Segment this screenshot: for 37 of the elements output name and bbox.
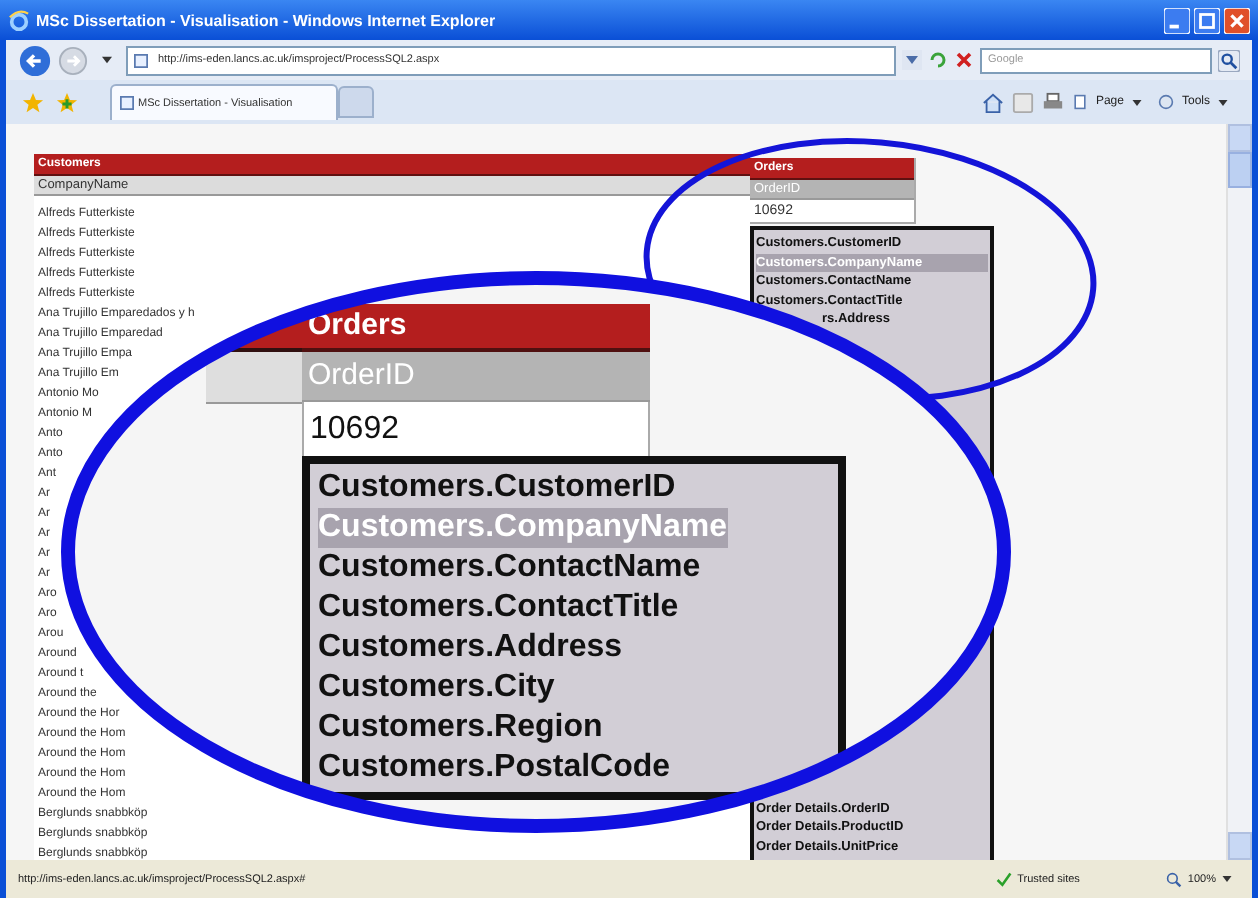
scrollbar[interactable] [1226,124,1252,860]
list-item: Customers.Region [318,708,603,748]
caret-icon[interactable] [1218,99,1228,105]
list-item: Customers.ContactName [318,548,701,588]
star-icon[interactable] [22,91,44,113]
page-icon [134,53,148,67]
print-icon[interactable] [1041,91,1064,113]
scrollbar-thumb[interactable] [1228,152,1252,188]
close-button[interactable] [1224,7,1250,33]
zoom-icon [1165,871,1182,887]
caret-icon[interactable] [1131,99,1142,105]
search-button[interactable] [1218,49,1240,71]
home-icon[interactable] [981,91,1004,113]
list-item: Customers.CompanyName [318,508,727,548]
caret-icon[interactable] [1222,876,1232,882]
circle-icon [1157,94,1174,110]
maximize-button[interactable] [1194,7,1220,33]
page-icon [120,96,134,110]
table-row-fragment [206,352,302,404]
list-item: Customers.CustomerID [318,468,676,508]
list-item: Customers.Address [318,628,623,668]
minimize-button[interactable] [1164,7,1190,33]
refresh-icon[interactable] [928,50,948,70]
window-title: MSc Dissertation - Visualisation - Windows Internet Explorer [36,11,496,29]
check-icon [995,871,1012,887]
back-button[interactable] [18,43,52,77]
dropdown-arrow-icon[interactable] [102,56,112,64]
list-item: Customers.ContactTitle [318,588,679,628]
add-favorite-icon[interactable] [56,91,78,113]
list-item: Customers.City [318,668,555,708]
forward-button[interactable] [58,45,88,75]
stop-icon[interactable] [954,50,974,70]
list-item: Customers.PostalCode [318,748,671,788]
column-header: OrderID [302,352,650,402]
table-header: Orders [302,304,650,352]
page-icon [1071,94,1088,110]
browser-logo-icon [8,9,30,31]
